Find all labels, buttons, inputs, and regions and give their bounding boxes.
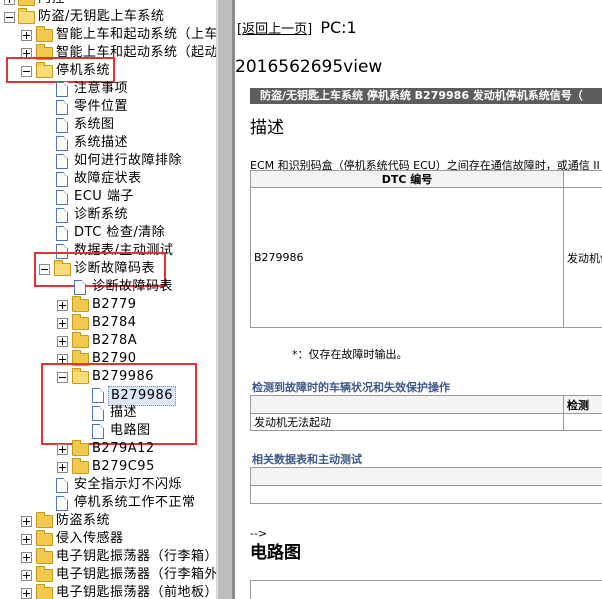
back-link[interactable]: 返回上一页 (242, 22, 307, 37)
document-icon (56, 118, 68, 133)
folder-icon (36, 566, 53, 582)
expand-icon[interactable] (21, 534, 32, 545)
dtc-table: DTC 编号 B279986 发动机停 (250, 170, 602, 328)
document-icon (56, 154, 68, 169)
document-icon (56, 496, 68, 511)
document-icon (56, 190, 68, 205)
document-icon (56, 82, 68, 97)
folder-icon (36, 584, 53, 599)
fail-safe-table: 检测 发动机无法起动 (250, 395, 602, 431)
expand-icon[interactable] (21, 552, 32, 563)
data-list-table (250, 467, 602, 504)
folder-icon (36, 512, 53, 528)
dtc-condition-cell: 发动机停 (563, 187, 602, 328)
document-icon (56, 478, 68, 493)
document-icon (56, 208, 68, 223)
expand-icon[interactable] (57, 336, 68, 347)
expand-icon[interactable] (4, 0, 15, 5)
folder-icon (72, 296, 89, 312)
breadcrumb-banner: 防盗/无钥匙上车系统 停机系统 B279986 发动机停机系统信号（ (250, 88, 602, 104)
tree-item-antitheft-root[interactable]: 防盗/无钥匙上车系统 (0, 8, 216, 26)
folder-icon (72, 314, 89, 330)
nav-line: [返回上一页] PC:1 (237, 18, 357, 37)
fail-safe-value: 发动机无法起动 (250, 413, 564, 431)
expand-icon[interactable] (57, 444, 68, 455)
dtc-code-cell: B279986 (250, 187, 564, 328)
folder-icon (72, 458, 89, 474)
expand-icon[interactable] (21, 30, 32, 41)
expand-icon[interactable] (21, 516, 32, 527)
dtc-col-header-2 (563, 170, 602, 188)
folder-icon (18, 0, 35, 6)
highlight-box-b279986 (41, 363, 197, 445)
pc-label: PC:1 (320, 18, 357, 37)
description-heading: 描述 (250, 118, 284, 138)
collapse-icon[interactable] (4, 12, 15, 23)
navigation-tree: 门控 防盗/无钥匙上车系统 智能上车和起动系统（上车 智能上车和起动系统（起动 … (0, 0, 216, 599)
folder-icon (72, 440, 89, 456)
document-icon (74, 280, 86, 295)
circuit-diagram-box (250, 580, 602, 599)
footnote: *：仅存在故障时输出。 (292, 348, 408, 361)
expand-icon[interactable] (21, 588, 32, 599)
folder-icon (36, 26, 53, 42)
circuit-heading: 电路图 (250, 543, 301, 563)
document-icon (56, 226, 68, 241)
content-pane: [返回上一页] PC:1 2016562695view 防盗/无钥匙上车系统 停… (235, 0, 602, 599)
folder-open-icon (18, 8, 35, 24)
fail-safe-col-header: 检测 (563, 395, 602, 414)
data-list-heading: 相关数据表和主动测试 (252, 453, 362, 466)
document-icon (56, 136, 68, 151)
folder-icon (36, 548, 53, 564)
expand-icon[interactable] (21, 570, 32, 581)
document-icon (56, 172, 68, 187)
document-icon (56, 100, 68, 115)
tree-item-door-control[interactable]: 门控 (0, 0, 216, 8)
expand-icon[interactable] (57, 462, 68, 473)
tree-scrollbar[interactable] (216, 0, 233, 599)
expand-icon[interactable] (57, 318, 68, 329)
folder-icon (72, 332, 89, 348)
expand-icon[interactable] (57, 300, 68, 311)
fail-safe-heading: 检测到故障时的车辆状况和失效保护操作 (252, 381, 450, 394)
folder-icon (36, 530, 53, 546)
dtc-col-header: DTC 编号 (250, 170, 564, 188)
view-id: 2016562695view (235, 57, 383, 77)
scrollbar-thumb[interactable] (218, 0, 232, 599)
